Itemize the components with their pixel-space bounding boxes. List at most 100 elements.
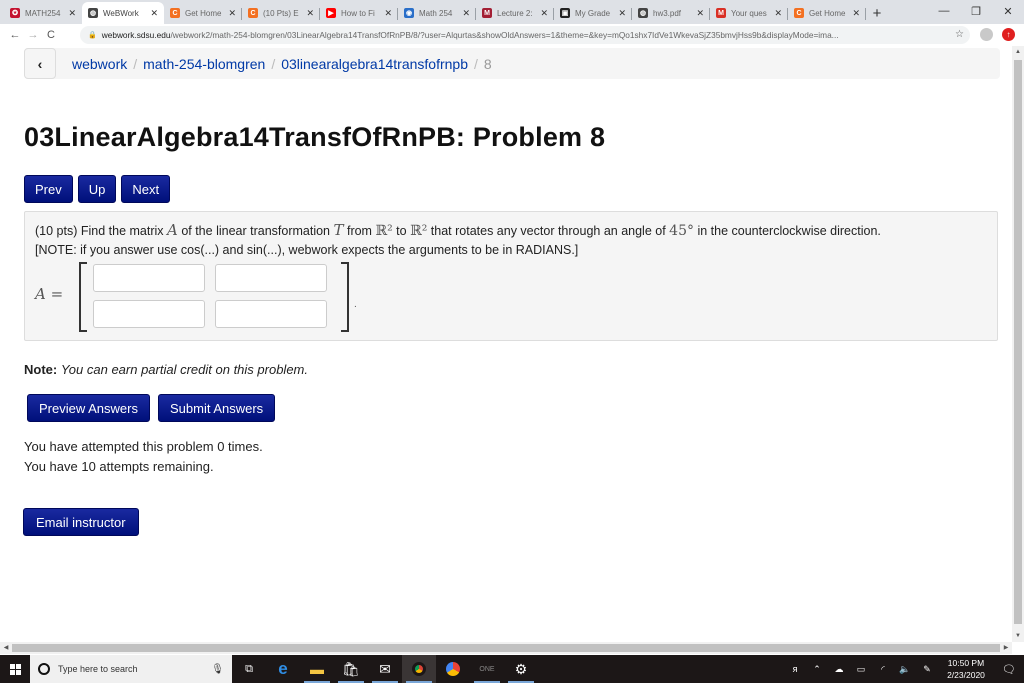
tab-close-icon[interactable]: ✕ bbox=[150, 8, 158, 19]
answer-input-r2c2[interactable] bbox=[215, 300, 327, 328]
preview-answers-button[interactable]: Preview Answers bbox=[27, 394, 150, 422]
breadcrumb-back-button[interactable]: ‹ bbox=[24, 48, 56, 79]
chrome-beta-icon[interactable] bbox=[436, 655, 470, 683]
chegg-icon: C bbox=[794, 8, 804, 18]
scroll-right-arrow-icon[interactable]: ▶ bbox=[1000, 642, 1012, 654]
address-bar[interactable]: 🔒 webwork.sdsu.edu/webwork2/math-254-blo… bbox=[80, 26, 970, 44]
scroll-down-arrow-icon[interactable]: ▼ bbox=[1012, 630, 1024, 642]
settings-gear-icon[interactable]: ⚙ bbox=[504, 655, 538, 683]
start-button[interactable] bbox=[0, 655, 30, 683]
next-button[interactable]: Next bbox=[121, 175, 171, 203]
close-window-button[interactable]: ✕ bbox=[992, 0, 1024, 22]
chrome-icon[interactable] bbox=[402, 655, 436, 683]
equals-sign: = bbox=[50, 285, 64, 303]
note-label: Note: bbox=[24, 362, 58, 377]
browser-tab[interactable]: ◍ hw3.pdf ✕ bbox=[632, 2, 710, 24]
back-arrow-icon[interactable]: ← bbox=[6, 29, 24, 41]
submit-answers-button[interactable]: Submit Answers bbox=[157, 394, 276, 422]
task-view-icon[interactable]: ⧉ bbox=[232, 655, 266, 683]
store-icon[interactable]: 🛍 bbox=[334, 655, 368, 683]
microphone-icon[interactable]: 🎙 bbox=[211, 664, 224, 675]
breadcrumb: ‹ webwork / math-254-blomgren / 03linear… bbox=[24, 48, 1000, 79]
browser-tab[interactable]: ✪ MATH254 ✕ bbox=[4, 2, 82, 24]
system-clock[interactable]: 10:50 PM 2/23/2020 bbox=[938, 657, 994, 681]
browser-tab[interactable]: ◍ WeBWork ✕ bbox=[82, 2, 164, 24]
horizontal-scrollbar[interactable]: ◀ ▶ bbox=[0, 642, 1012, 654]
answer-input-r1c1[interactable] bbox=[93, 264, 205, 292]
browser-tab[interactable]: M Your ques ✕ bbox=[710, 2, 788, 24]
edge-icon[interactable]: e bbox=[266, 655, 300, 683]
answer-input-r2c1[interactable] bbox=[93, 300, 205, 328]
tab-title: Lecture 2: bbox=[497, 8, 533, 18]
email-instructor-button[interactable]: Email instructor bbox=[23, 508, 139, 536]
tab-close-icon[interactable]: ✕ bbox=[618, 8, 626, 19]
answer-input-r1c2[interactable] bbox=[215, 264, 327, 292]
up-button[interactable]: Up bbox=[77, 175, 117, 203]
browser-tab[interactable]: ▣ My Grade ✕ bbox=[554, 2, 632, 24]
answer-actions: Preview Answers Submit Answers bbox=[27, 394, 276, 422]
problem-box: (10 pts) Find the matrix A of the linear… bbox=[24, 211, 998, 341]
problem-text: that rotates any vector through an angle… bbox=[427, 224, 670, 238]
youtube-icon: ▶ bbox=[326, 8, 336, 18]
bookmark-star-icon[interactable]: ☆ bbox=[955, 29, 964, 40]
prev-button[interactable]: Prev bbox=[24, 175, 73, 203]
browser-tab[interactable]: ◉ Math 254 ✕ bbox=[398, 2, 476, 24]
action-center-icon[interactable]: 🗨 bbox=[994, 663, 1024, 676]
browser-tab[interactable]: C Get Home ✕ bbox=[164, 2, 242, 24]
problem-text: to bbox=[392, 224, 411, 238]
problem-note: [NOTE: if you answer use cos(...) and si… bbox=[35, 243, 579, 257]
breadcrumb-webwork[interactable]: webwork bbox=[72, 56, 127, 72]
math-icon: ◉ bbox=[404, 8, 414, 18]
maximize-button[interactable]: ❐ bbox=[960, 0, 992, 22]
tab-close-icon[interactable]: ✕ bbox=[774, 8, 782, 19]
tab-title: How to Fi bbox=[341, 8, 375, 18]
taskbar-search[interactable]: Type here to search 🎙 bbox=[30, 655, 232, 683]
tab-close-icon[interactable]: ✕ bbox=[462, 8, 470, 19]
matrix-label: A bbox=[35, 285, 46, 303]
attempts-info: You have attempted this problem 0 times.… bbox=[24, 437, 263, 477]
grades-icon: ▣ bbox=[560, 8, 570, 18]
reload-icon[interactable]: C bbox=[42, 29, 60, 41]
url-path: /webwork2/math-254-blomgren/03LinearAlge… bbox=[170, 30, 839, 40]
onenote-icon[interactable]: ONE bbox=[470, 655, 504, 683]
battery-icon[interactable]: ▭ bbox=[850, 664, 872, 675]
breadcrumb-set[interactable]: 03linearalgebra14transfofrnpb bbox=[281, 56, 468, 72]
partial-credit-note: Note: You can earn partial credit on thi… bbox=[24, 362, 308, 377]
tab-close-icon[interactable]: ✕ bbox=[68, 8, 76, 19]
tab-close-icon[interactable]: ✕ bbox=[228, 8, 236, 19]
scroll-up-arrow-icon[interactable]: ▲ bbox=[1012, 46, 1024, 58]
math-var-A: A bbox=[167, 221, 178, 239]
new-tab-button[interactable]: + bbox=[866, 2, 888, 24]
onedrive-cloud-icon[interactable]: ☁ bbox=[828, 664, 850, 675]
breadcrumb-course[interactable]: math-254-blomgren bbox=[143, 56, 265, 72]
right-bracket bbox=[341, 262, 349, 332]
vertical-scroll-thumb[interactable] bbox=[1014, 60, 1022, 624]
tab-separator bbox=[865, 8, 866, 20]
volume-icon[interactable]: 🔈 bbox=[894, 664, 916, 675]
scroll-left-arrow-icon[interactable]: ◀ bbox=[0, 642, 12, 654]
tab-title: Your ques bbox=[731, 8, 767, 18]
extension-icon[interactable]: ↑ bbox=[1002, 28, 1015, 41]
tab-close-icon[interactable]: ✕ bbox=[540, 8, 548, 19]
show-hidden-icons-chevron-icon[interactable]: ⌃ bbox=[806, 664, 828, 675]
chegg-icon: C bbox=[248, 8, 258, 18]
browser-tab-strip: ✪ MATH254 ✕ ◍ WeBWork ✕ C Get Home ✕ C (10 Pts) E ✕… bbox=[0, 0, 1024, 24]
minimize-button[interactable]: — bbox=[928, 0, 960, 22]
tab-close-icon[interactable]: ✕ bbox=[306, 8, 314, 19]
file-explorer-icon[interactable]: ▬ bbox=[300, 655, 334, 683]
horizontal-scroll-thumb[interactable] bbox=[12, 644, 1000, 652]
vertical-scrollbar[interactable]: ▲ ▼ bbox=[1012, 46, 1024, 642]
profile-avatar-icon[interactable] bbox=[980, 28, 993, 41]
people-icon[interactable]: ᴙ bbox=[784, 664, 806, 674]
wifi-icon[interactable]: ◜ bbox=[872, 664, 894, 675]
mail-icon[interactable]: ✉ bbox=[368, 655, 402, 683]
tab-close-icon[interactable]: ✕ bbox=[852, 8, 860, 19]
tab-close-icon[interactable]: ✕ bbox=[384, 8, 392, 19]
browser-tab[interactable]: C Get Home ✕ bbox=[788, 2, 866, 24]
browser-tab[interactable]: ▶ How to Fi ✕ bbox=[320, 2, 398, 24]
browser-tab[interactable]: C (10 Pts) E ✕ bbox=[242, 2, 320, 24]
forward-arrow-icon[interactable]: → bbox=[24, 29, 42, 41]
browser-tab[interactable]: M Lecture 2: ✕ bbox=[476, 2, 554, 24]
pen-icon[interactable]: ✎ bbox=[916, 664, 938, 675]
tab-close-icon[interactable]: ✕ bbox=[696, 8, 704, 19]
